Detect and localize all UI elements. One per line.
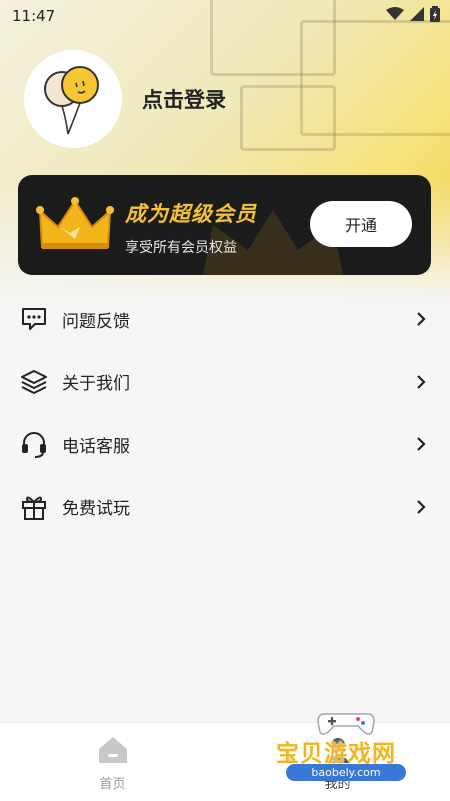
crown-icon bbox=[36, 197, 114, 249]
menu-item-label: 问题反馈 bbox=[62, 311, 130, 332]
settings-menu: 问题反馈 关于我们 电话客服 免费试玩 bbox=[0, 288, 450, 538]
activate-vip-button[interactable]: 开通 bbox=[310, 201, 412, 247]
menu-item-free-trial[interactable]: 免费试玩 bbox=[0, 476, 450, 539]
chevron-right-icon bbox=[414, 499, 428, 514]
vip-subtitle: 享受所有会员权益 bbox=[125, 240, 237, 256]
tab-mine[interactable]: 我的 bbox=[225, 723, 450, 801]
avatar[interactable] bbox=[24, 50, 122, 148]
wifi-icon bbox=[386, 7, 404, 25]
headset-icon bbox=[20, 430, 48, 459]
status-bar: 11:47 bbox=[0, 0, 450, 32]
chat-feedback-icon bbox=[20, 305, 48, 333]
tab-label: 首页 bbox=[99, 777, 126, 792]
menu-item-about-us[interactable]: 关于我们 bbox=[0, 351, 450, 414]
balloon-avatar-icon bbox=[44, 66, 99, 135]
profile-header[interactable]: 点击登录 bbox=[24, 50, 226, 148]
gift-icon bbox=[20, 493, 48, 521]
menu-item-label: 免费试玩 bbox=[62, 499, 130, 520]
bottom-tab-bar: 首页 我的 bbox=[0, 722, 450, 801]
login-prompt[interactable]: 点击登录 bbox=[142, 84, 226, 114]
tab-label: 我的 bbox=[324, 777, 351, 792]
menu-item-feedback[interactable]: 问题反馈 bbox=[0, 288, 450, 351]
vip-title: 成为超级会员 bbox=[125, 202, 257, 226]
signal-icon bbox=[410, 7, 424, 25]
home-icon bbox=[97, 735, 129, 769]
menu-item-phone-support[interactable]: 电话客服 bbox=[0, 413, 450, 476]
chevron-right-icon bbox=[414, 374, 428, 389]
battery-icon bbox=[430, 6, 440, 26]
layers-icon bbox=[20, 368, 48, 396]
menu-item-label: 关于我们 bbox=[62, 374, 130, 395]
vip-banner[interactable]: 成为超级会员 享受所有会员权益 开通 bbox=[18, 175, 431, 275]
profile-icon bbox=[323, 735, 353, 769]
chevron-right-icon bbox=[414, 312, 428, 327]
status-time: 11:47 bbox=[12, 7, 56, 25]
menu-item-label: 电话客服 bbox=[62, 436, 130, 457]
chevron-right-icon bbox=[414, 437, 428, 452]
tab-home[interactable]: 首页 bbox=[0, 723, 225, 801]
